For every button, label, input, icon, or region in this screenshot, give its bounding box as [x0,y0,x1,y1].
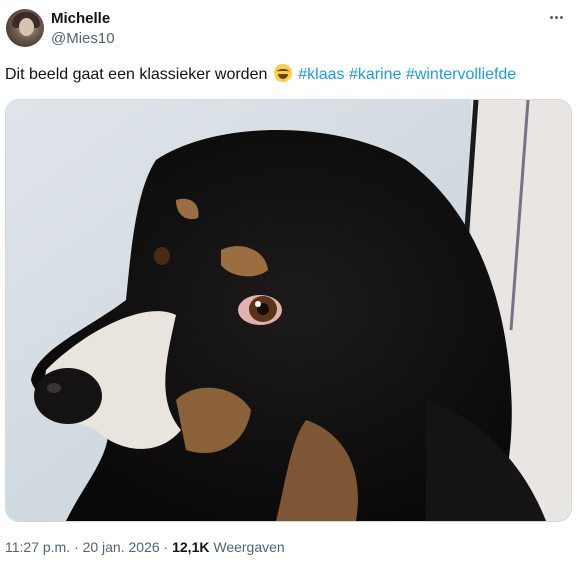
more-options-button[interactable] [545,8,567,26]
tweet-photo[interactable] [5,99,572,522]
separator: · [163,539,169,555]
views-count: 12,1K [172,539,210,555]
tweet-metadata: 11:27 p.m. · 20 jan. 2026 · 12,1K Weerga… [5,539,285,555]
tears-of-joy-emoji-icon [273,64,292,82]
separator: · [74,539,79,555]
author-handle[interactable]: @Mies10 [51,30,115,47]
views-label: Weergaven [213,539,285,555]
tweet-text: Dit beeld gaat een klassieker worden #kl… [5,64,516,86]
hashtag-klaas[interactable]: #klaas [298,66,344,83]
tweet-time[interactable]: 11:27 p.m. [5,539,70,555]
ellipsis-icon [549,15,553,19]
dog-photo-icon [6,100,571,521]
hashtag-karine[interactable]: #karine [349,66,401,83]
hashtag-wintervolliefde[interactable]: #wintervolliefde [406,66,516,83]
tweet-body: Dit beeld gaat een klassieker worden [5,66,268,83]
tweet-date[interactable]: 20 jan. 2026 [83,539,160,555]
avatar-face [19,18,34,36]
author-name[interactable]: Michelle [51,10,110,27]
avatar[interactable] [6,9,44,47]
